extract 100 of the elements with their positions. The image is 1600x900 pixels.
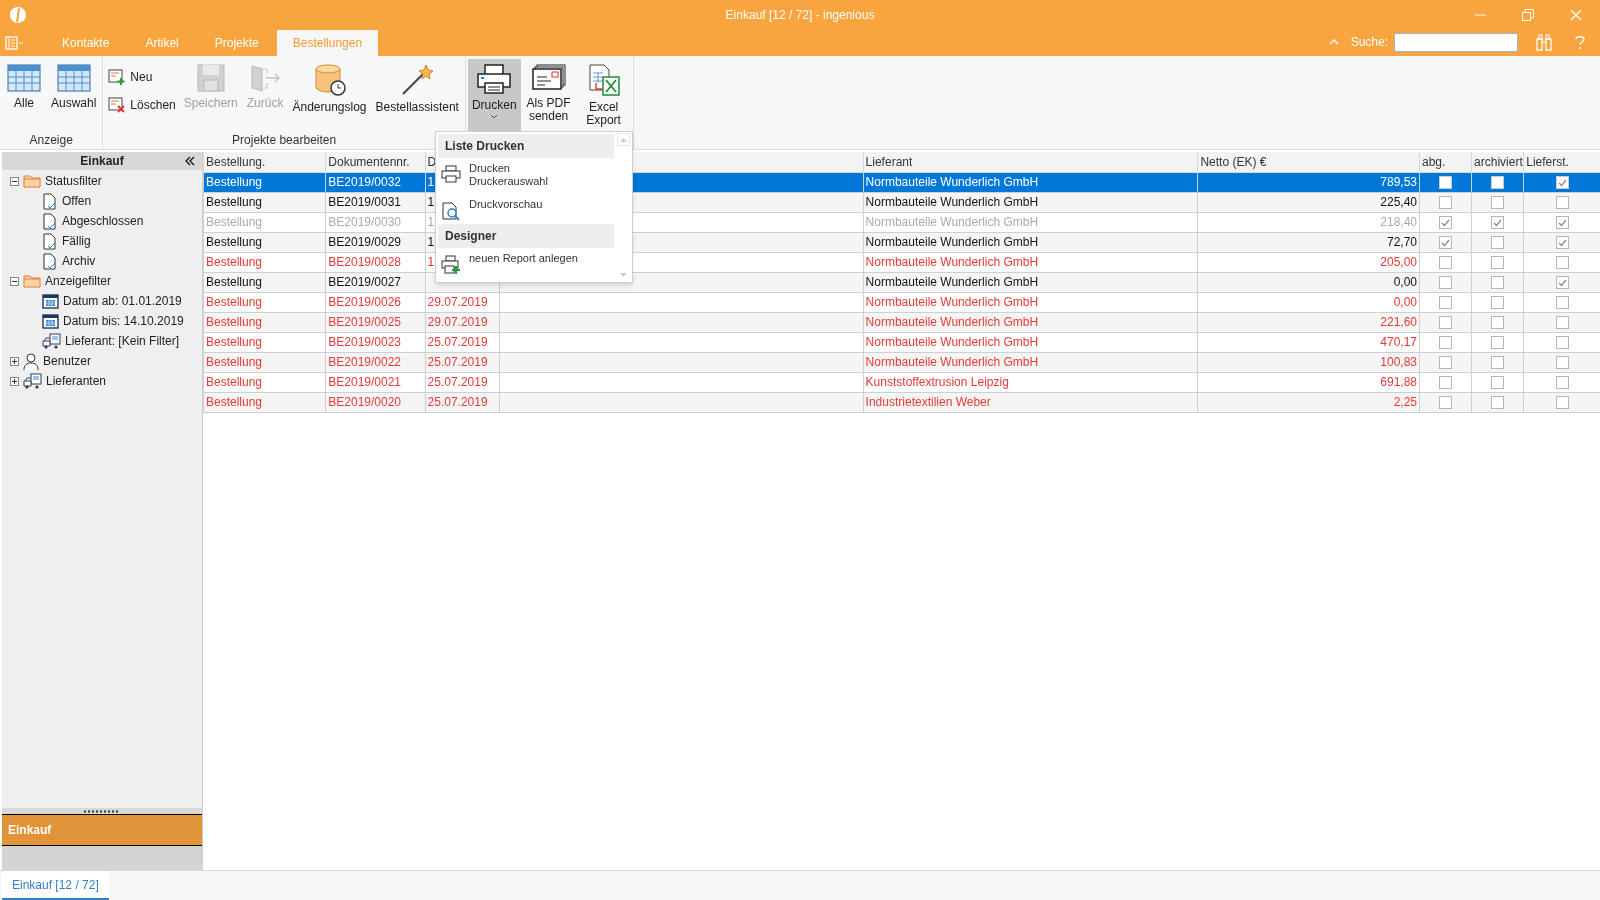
search-field[interactable] xyxy=(1394,32,1518,52)
column-header[interactable]: Netto (EK) € xyxy=(1197,152,1420,172)
table-row[interactable]: Bestellung BE2019/0022 25.07.2019 Normbauteile Wunderlich GmbH 100,83 xyxy=(203,352,1600,372)
checkbox[interactable] xyxy=(1439,195,1453,209)
table-row[interactable]: Bestellung BE2019/0021 25.07.2019 Kunststoffextrusion Leipzig 691,88 xyxy=(203,372,1600,392)
table-cell: 225,40 xyxy=(1380,195,1417,209)
table-row[interactable]: Bestellung BE2019/0025 29.07.2019 Normbauteile Wunderlich GmbH 221,60 xyxy=(203,312,1600,332)
ribbon-button[interactable]: Excel Export xyxy=(576,59,631,131)
checkbox[interactable] xyxy=(1439,175,1453,189)
table-cell: 221,60 xyxy=(1380,315,1417,329)
checkbox[interactable] xyxy=(1439,235,1453,249)
checkbox[interactable] xyxy=(1555,355,1569,369)
tree-item[interactable]: Benutzer xyxy=(43,352,92,370)
collapse-toggle[interactable] xyxy=(10,176,19,186)
expand-toggle[interactable] xyxy=(10,376,19,386)
tree-item[interactable]: Datum bis: 14.10.2019 xyxy=(63,312,184,330)
checkbox[interactable] xyxy=(1555,275,1569,289)
checkbox[interactable] xyxy=(1439,215,1453,229)
tree-item[interactable]: Anzeigefilter xyxy=(45,272,112,290)
ribbon-button[interactable]: Drucken xyxy=(467,59,521,131)
checkbox[interactable] xyxy=(1491,295,1505,309)
document-tab[interactable]: Einkauf [12 / 72] xyxy=(2,871,109,900)
tree-item[interactable]: Offen xyxy=(62,192,92,210)
checkbox[interactable] xyxy=(1439,315,1453,329)
table-cell: 25.07.2019 xyxy=(427,335,488,349)
table-cell: Bestellung xyxy=(206,295,263,309)
checkbox[interactable] xyxy=(1439,295,1453,309)
checkbox[interactable] xyxy=(1491,175,1505,189)
collapse-toggle[interactable] xyxy=(10,276,19,286)
spreadsheet-export-icon xyxy=(586,63,621,97)
folder-icon xyxy=(23,274,41,288)
table-row[interactable]: Bestellung BE2019/0023 25.07.2019 Normbauteile Wunderlich GmbH 470,17 xyxy=(203,332,1600,352)
checkbox[interactable] xyxy=(1555,255,1569,269)
delete-document-icon xyxy=(108,97,127,113)
table-cell: BE2019/0031 xyxy=(328,195,402,209)
document-check-icon xyxy=(42,252,58,270)
checkbox[interactable] xyxy=(1491,335,1505,349)
column-header[interactable]: Lieferst. xyxy=(1523,152,1600,172)
ribbon-button[interactable]: Neu xyxy=(105,65,179,89)
folder-icon xyxy=(23,174,41,188)
table-row[interactable]: Bestellung BE2019/0020 25.07.2019 Industrietextilien Weber 2,25 xyxy=(203,392,1600,412)
document-check-icon xyxy=(42,192,58,210)
window-title: Einkauf [12 / 72] - ingenious xyxy=(725,7,875,24)
table-cell: Bestellung xyxy=(206,355,263,369)
checkbox[interactable] xyxy=(1439,275,1453,289)
checkbox[interactable] xyxy=(1491,235,1505,249)
checkbox[interactable] xyxy=(1491,395,1505,409)
checkbox[interactable] xyxy=(1555,195,1569,209)
checkbox[interactable] xyxy=(1491,195,1505,209)
ribbon-button[interactable]: Bestellassistent xyxy=(371,59,463,131)
ribbon-button[interactable]: Änderungslog xyxy=(288,59,371,131)
tree-item[interactable]: Datum ab: 01.01.2019 xyxy=(63,292,182,310)
checkbox[interactable] xyxy=(1555,375,1569,389)
scroll-up-button[interactable] xyxy=(617,133,630,146)
table-row[interactable]: Bestellung BE2019/0026 29.07.2019 Normbauteile Wunderlich GmbH 0,00 xyxy=(203,292,1600,312)
column-header[interactable]: Bestellung. xyxy=(203,152,326,172)
ribbon-button[interactable]: Löschen xyxy=(105,93,179,117)
checkbox[interactable] xyxy=(1555,295,1569,309)
ribbon-group-label: Projekte bearbeiten xyxy=(232,132,337,149)
checkbox[interactable] xyxy=(1555,235,1569,249)
table-cell: BE2019/0027 xyxy=(328,275,402,289)
column-header[interactable]: abg. xyxy=(1419,152,1472,172)
ribbon-button[interactable]: Als PDF senden xyxy=(521,59,576,131)
checkbox[interactable] xyxy=(1555,395,1569,409)
table-cell: Normbauteile Wunderlich GmbH xyxy=(865,215,1039,229)
column-header[interactable]: archiviert xyxy=(1471,152,1524,172)
checkbox[interactable] xyxy=(1491,255,1505,269)
checkbox[interactable] xyxy=(1491,275,1505,289)
checkbox[interactable] xyxy=(1555,335,1569,349)
document-check-icon xyxy=(42,212,58,230)
printer-icon xyxy=(476,63,513,95)
ribbon-button[interactable]: Auswahl xyxy=(47,59,101,131)
checkbox[interactable] xyxy=(1555,215,1569,229)
expand-toggle[interactable] xyxy=(10,356,19,366)
checkbox[interactable] xyxy=(1491,215,1505,229)
plus-icon xyxy=(11,377,18,385)
checkbox[interactable] xyxy=(1439,255,1453,269)
table-cell: 470,17 xyxy=(1380,335,1417,349)
checkbox[interactable] xyxy=(1439,375,1453,389)
checkbox[interactable] xyxy=(1491,355,1505,369)
tree-item[interactable]: Abgeschlossen xyxy=(62,212,144,230)
checkbox[interactable] xyxy=(1439,335,1453,349)
checkbox[interactable] xyxy=(1439,395,1453,409)
checkbox[interactable] xyxy=(1439,355,1453,369)
tree-item[interactable]: Lieferant: [Kein Filter] xyxy=(65,332,180,350)
tree-item[interactable]: Lieferanten xyxy=(46,372,107,390)
column-header[interactable]: Dokumentennr. xyxy=(325,152,426,172)
checkbox[interactable] xyxy=(1491,315,1505,329)
table-cell: 0,00 xyxy=(1393,275,1417,289)
checkbox[interactable] xyxy=(1491,375,1505,389)
table-cell: Normbauteile Wunderlich GmbH xyxy=(865,175,1039,189)
tree-item[interactable]: Statusfilter xyxy=(45,172,102,190)
ribbon-button[interactable]: Alle xyxy=(2,59,46,131)
checkbox[interactable] xyxy=(1555,315,1569,329)
tree-item[interactable]: Archiv xyxy=(62,252,96,270)
column-header[interactable]: Lieferant xyxy=(863,152,1198,172)
checkmark-icon xyxy=(1557,277,1567,287)
tree-item[interactable]: Fällig xyxy=(62,232,91,250)
table-cell: Bestellung xyxy=(206,375,263,389)
checkbox[interactable] xyxy=(1555,175,1569,189)
